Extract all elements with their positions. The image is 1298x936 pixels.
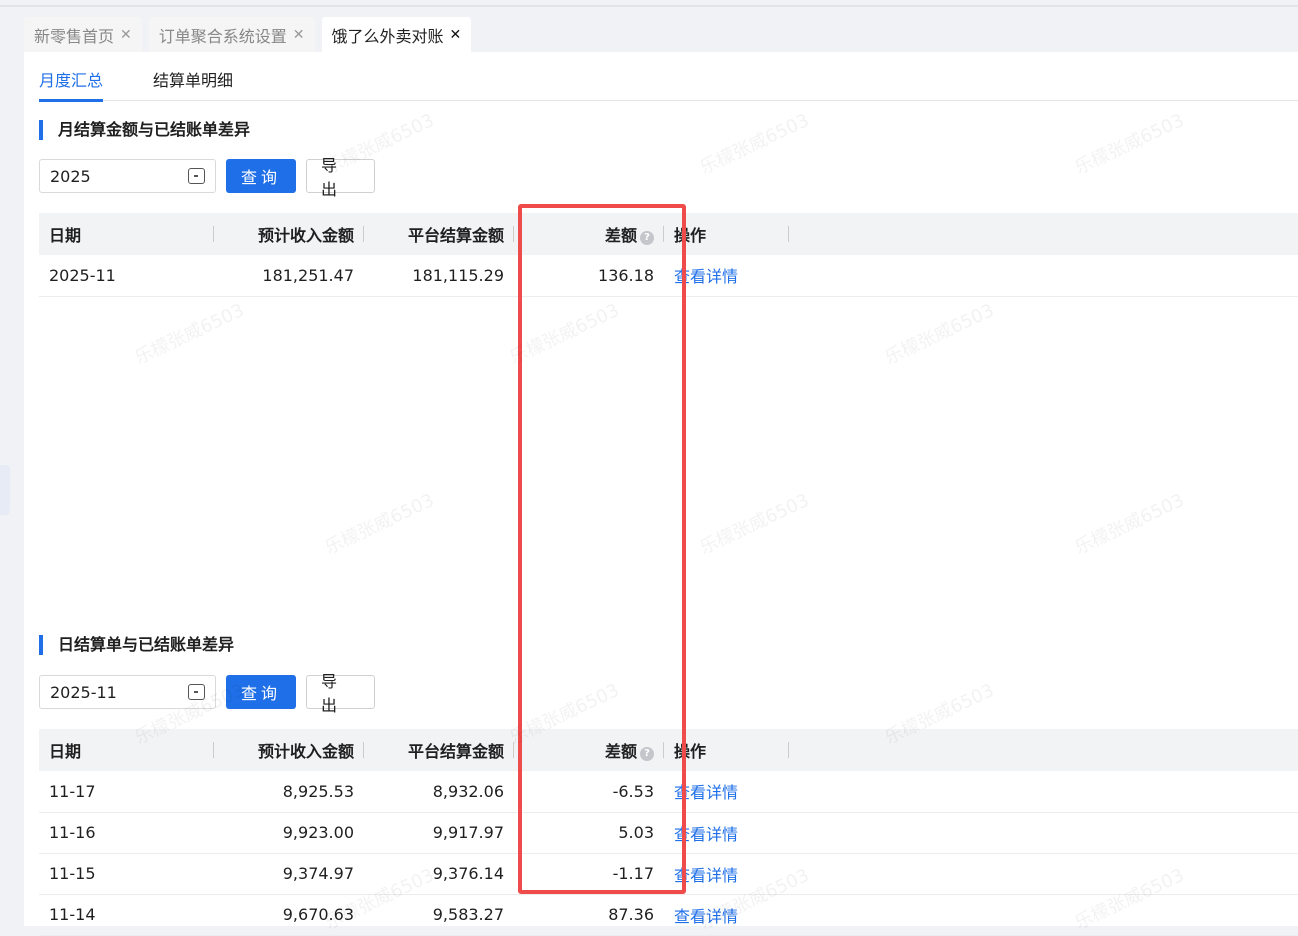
- col-filler: [789, 213, 1298, 255]
- col-date: 日期: [39, 729, 214, 771]
- view-detail-link[interactable]: 查看详情: [674, 866, 738, 885]
- export-button[interactable]: 导出: [306, 156, 375, 199]
- col-action: 操作: [664, 729, 789, 771]
- cell-filler: [789, 812, 1298, 854]
- table-header: 日期 预计收入金额 平台结算金额 差额? 操作: [39, 213, 1298, 255]
- year-picker[interactable]: 2025: [39, 159, 216, 193]
- sub-tabs: 月度汇总 结算单明细: [39, 60, 1298, 102]
- view-detail-link[interactable]: 查看详情: [674, 267, 738, 286]
- top-border: [0, 5, 1298, 7]
- cell-diff: 5.03: [514, 812, 664, 854]
- cell-date: 11-15: [39, 853, 214, 895]
- close-icon[interactable]: ✕: [293, 27, 305, 43]
- tab-retail-home[interactable]: 新零售首页 ✕: [24, 17, 142, 52]
- daily-table: 日期 预计收入金额 平台结算金额 差额? 操作 11-17 8,925.53 8…: [39, 729, 1298, 936]
- cell-platform: 8,932.06: [364, 771, 514, 813]
- monthly-table: 日期 预计收入金额 平台结算金额 差额? 操作 2025-11 181,251.…: [39, 213, 1298, 297]
- col-expected: 预计收入金额: [214, 729, 364, 771]
- cell-action: 查看详情: [664, 771, 789, 813]
- picker-value: 2025-11: [50, 682, 117, 702]
- close-icon[interactable]: ✕: [120, 27, 132, 43]
- cell-platform: 181,115.29: [364, 255, 514, 297]
- col-diff-label: 差额: [604, 742, 637, 761]
- tab-order-settings[interactable]: 订单聚合系统设置 ✕: [148, 17, 315, 52]
- calendar-icon: [188, 684, 205, 700]
- subtab-monthly-summary[interactable]: 月度汇总: [39, 60, 104, 102]
- picker-value: 2025: [50, 166, 91, 186]
- tab-label: 订单聚合系统设置: [158, 26, 287, 46]
- close-icon[interactable]: ✕: [450, 27, 462, 43]
- cell-action: 查看详情: [664, 894, 789, 936]
- cell-expected: 8,925.53: [214, 771, 364, 813]
- export-button[interactable]: 导出: [306, 672, 375, 715]
- col-expected: 预计收入金额: [214, 213, 364, 255]
- cell-expected: 9,374.97: [214, 853, 364, 895]
- tab-eleme-reconciliation[interactable]: 饿了么外卖对账 ✕: [321, 17, 472, 52]
- cell-date: 11-17: [39, 771, 214, 813]
- table-header: 日期 预计收入金额 平台结算金额 差额? 操作: [39, 729, 1298, 771]
- cell-date: 11-14: [39, 894, 214, 936]
- cell-filler: [789, 255, 1298, 297]
- calendar-icon: [188, 168, 205, 184]
- table-row: 11-14 9,670.63 9,583.27 87.36 查看详情: [39, 894, 1298, 936]
- page-tabs: 新零售首页 ✕ 订单聚合系统设置 ✕ 饿了么外卖对账 ✕: [24, 17, 472, 52]
- monthly-filter: 2025 查询 导出: [39, 156, 375, 199]
- cell-expected: 9,670.63: [214, 894, 364, 936]
- section-title-daily: 日结算单与已结账单差异: [39, 635, 234, 655]
- help-icon[interactable]: ?: [640, 231, 654, 245]
- view-detail-link[interactable]: 查看详情: [674, 825, 738, 844]
- daily-filter: 2025-11 查询 导出: [39, 672, 375, 715]
- section-title-monthly: 月结算金额与已结账单差异: [39, 120, 250, 140]
- col-platform: 平台结算金额: [364, 213, 514, 255]
- cell-expected: 9,923.00: [214, 812, 364, 854]
- cell-platform: 9,583.27: [364, 894, 514, 936]
- cell-diff: -6.53: [514, 771, 664, 813]
- main-content: 月度汇总 结算单明细 月结算金额与已结账单差异 2025 查询 导出 日期 预计…: [24, 52, 1298, 936]
- sidebar-collapse-handle[interactable]: [0, 465, 10, 515]
- query-button[interactable]: 查询: [226, 159, 296, 193]
- cell-date: 2025-11: [39, 255, 214, 297]
- col-diff: 差额?: [514, 729, 664, 771]
- help-icon[interactable]: ?: [640, 747, 654, 761]
- table-row: 11-16 9,923.00 9,917.97 5.03 查看详情: [39, 812, 1298, 854]
- col-date: 日期: [39, 213, 214, 255]
- cell-action: 查看详情: [664, 255, 789, 297]
- subtab-statement-detail[interactable]: 结算单明细: [153, 60, 233, 101]
- cell-platform: 9,917.97: [364, 812, 514, 854]
- table-row: 11-15 9,374.97 9,376.14 -1.17 查看详情: [39, 853, 1298, 895]
- col-action: 操作: [664, 213, 789, 255]
- cell-filler: [789, 853, 1298, 895]
- query-button[interactable]: 查询: [226, 675, 296, 709]
- cell-filler: [789, 771, 1298, 813]
- cell-action: 查看详情: [664, 812, 789, 854]
- table-row: 11-17 8,925.53 8,932.06 -6.53 查看详情: [39, 771, 1298, 813]
- col-platform: 平台结算金额: [364, 729, 514, 771]
- cell-date: 11-16: [39, 812, 214, 854]
- tab-label: 饿了么外卖对账: [331, 26, 444, 46]
- tab-label: 新零售首页: [34, 26, 115, 46]
- col-diff-label: 差额: [604, 226, 637, 245]
- month-picker[interactable]: 2025-11: [39, 675, 216, 709]
- cell-diff: 87.36: [514, 894, 664, 936]
- cell-action: 查看详情: [664, 853, 789, 895]
- view-detail-link[interactable]: 查看详情: [674, 783, 738, 802]
- cell-expected: 181,251.47: [214, 255, 364, 297]
- cell-diff: -1.17: [514, 853, 664, 895]
- cell-filler: [789, 894, 1298, 936]
- col-diff: 差额?: [514, 213, 664, 255]
- table-row: 2025-11 181,251.47 181,115.29 136.18 查看详…: [39, 255, 1298, 297]
- view-detail-link[interactable]: 查看详情: [674, 907, 738, 926]
- cell-platform: 9,376.14: [364, 853, 514, 895]
- col-filler: [789, 729, 1298, 771]
- cell-diff: 136.18: [514, 255, 664, 297]
